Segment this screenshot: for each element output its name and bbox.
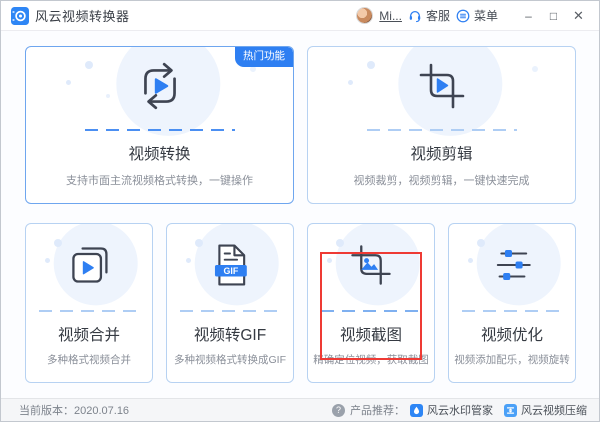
stack-play-icon — [66, 243, 112, 287]
user-avatar[interactable] — [356, 7, 373, 24]
card-video-edit[interactable]: 视频剪辑 视频裁剪，视频剪辑，一键快速完成 — [307, 46, 576, 204]
support-button[interactable]: 客服 — [408, 7, 450, 24]
gif-badge-label: GIF — [224, 266, 239, 276]
card-video-optimize[interactable]: 视频优化 视频添加配乐，视频旋转 — [448, 223, 576, 383]
menu-button[interactable]: 菜单 — [456, 7, 498, 24]
app-logo-icon — [11, 7, 29, 25]
feature-row-bottom: 视频合并 多种格式视频合并 GIF 视频转GIF — [25, 223, 576, 383]
card-video-merge[interactable]: 视频合并 多种格式视频合并 — [25, 223, 153, 383]
loop-play-icon — [133, 61, 187, 111]
watermark-app-icon — [410, 404, 423, 417]
recommend-label: 产品推荐： — [350, 402, 405, 418]
dash-divider — [85, 129, 235, 131]
card-video-to-gif[interactable]: GIF 视频转GIF 多种视频格式转换成GIF — [166, 223, 294, 383]
feature-row-top: 热门功能 视频转换 支持市面主流视频格式转换，一键操作 — [25, 46, 576, 204]
compress-app-icon — [504, 404, 517, 417]
icon-stage — [308, 47, 575, 125]
card-subtitle: 视频添加配乐，视频旋转 — [454, 352, 570, 367]
icon-stage: GIF — [167, 224, 293, 306]
help-icon[interactable]: ? — [332, 404, 345, 417]
crop-image-icon — [348, 242, 394, 288]
dash-divider — [39, 310, 139, 312]
product-name: 风云视频压缩 — [521, 402, 587, 418]
card-subtitle: 视频裁剪，视频剪辑，一键快速完成 — [354, 172, 530, 188]
card-title: 视频合并 — [58, 323, 120, 345]
status-bar: 当前版本：2020.07.16 ? 产品推荐： 风云水印管家 — [1, 398, 599, 421]
card-subtitle: 多种格式视频合并 — [47, 352, 131, 367]
crop-play-icon — [416, 60, 468, 112]
card-title: 视频剪辑 — [410, 142, 472, 164]
card-title: 视频截图 — [340, 323, 402, 345]
product-name: 风云水印管家 — [427, 402, 493, 418]
card-subtitle: 支持市面主流视频格式转换，一键操作 — [66, 172, 253, 188]
window-title: 风云视频转换器 — [35, 6, 130, 25]
icon-stage — [308, 224, 434, 306]
product-link-compress[interactable]: 风云视频压缩 — [504, 402, 587, 418]
main-content: 热门功能 视频转换 支持市面主流视频格式转换，一键操作 — [1, 31, 599, 398]
card-subtitle: 精确定位视频，获取截图 — [313, 352, 429, 367]
footer-recommendations: ? 产品推荐： 风云水印管家 风云视频压缩 — [332, 402, 587, 418]
icon-stage — [449, 224, 575, 306]
card-title: 视频优化 — [481, 323, 543, 345]
dash-divider — [180, 310, 280, 312]
product-link-watermark[interactable]: 风云水印管家 — [410, 402, 493, 418]
window-controls: – □ ✕ — [516, 5, 591, 27]
username-link[interactable]: Mi... — [379, 9, 402, 23]
title-bar: 风云视频转换器 Mi... 客服 菜单 – □ ✕ — [1, 1, 599, 31]
version-label: 当前版本：2020.07.16 — [19, 402, 129, 418]
menu-icon — [456, 9, 470, 23]
gif-file-icon: GIF — [207, 242, 253, 288]
dash-divider — [367, 129, 517, 131]
card-video-convert[interactable]: 热门功能 视频转换 支持市面主流视频格式转换，一键操作 — [25, 46, 294, 204]
menu-label: 菜单 — [474, 7, 498, 24]
card-video-screenshot[interactable]: 视频截图 精确定位视频，获取截图 — [307, 223, 435, 383]
maximize-button[interactable]: □ — [541, 5, 566, 27]
close-button[interactable]: ✕ — [566, 5, 591, 27]
hot-feature-badge: 热门功能 — [235, 47, 293, 67]
dash-divider — [321, 310, 421, 312]
dash-divider — [462, 310, 562, 312]
sliders-icon — [489, 243, 535, 287]
icon-stage — [26, 224, 152, 306]
minimize-button[interactable]: – — [516, 5, 541, 27]
card-subtitle: 多种视频格式转换成GIF — [174, 352, 286, 367]
app-window: 风云视频转换器 Mi... 客服 菜单 – □ ✕ — [0, 0, 600, 422]
support-label: 客服 — [426, 7, 450, 24]
card-title: 视频转换 — [128, 142, 190, 164]
card-title: 视频转GIF — [194, 323, 266, 345]
headset-icon — [408, 9, 422, 23]
